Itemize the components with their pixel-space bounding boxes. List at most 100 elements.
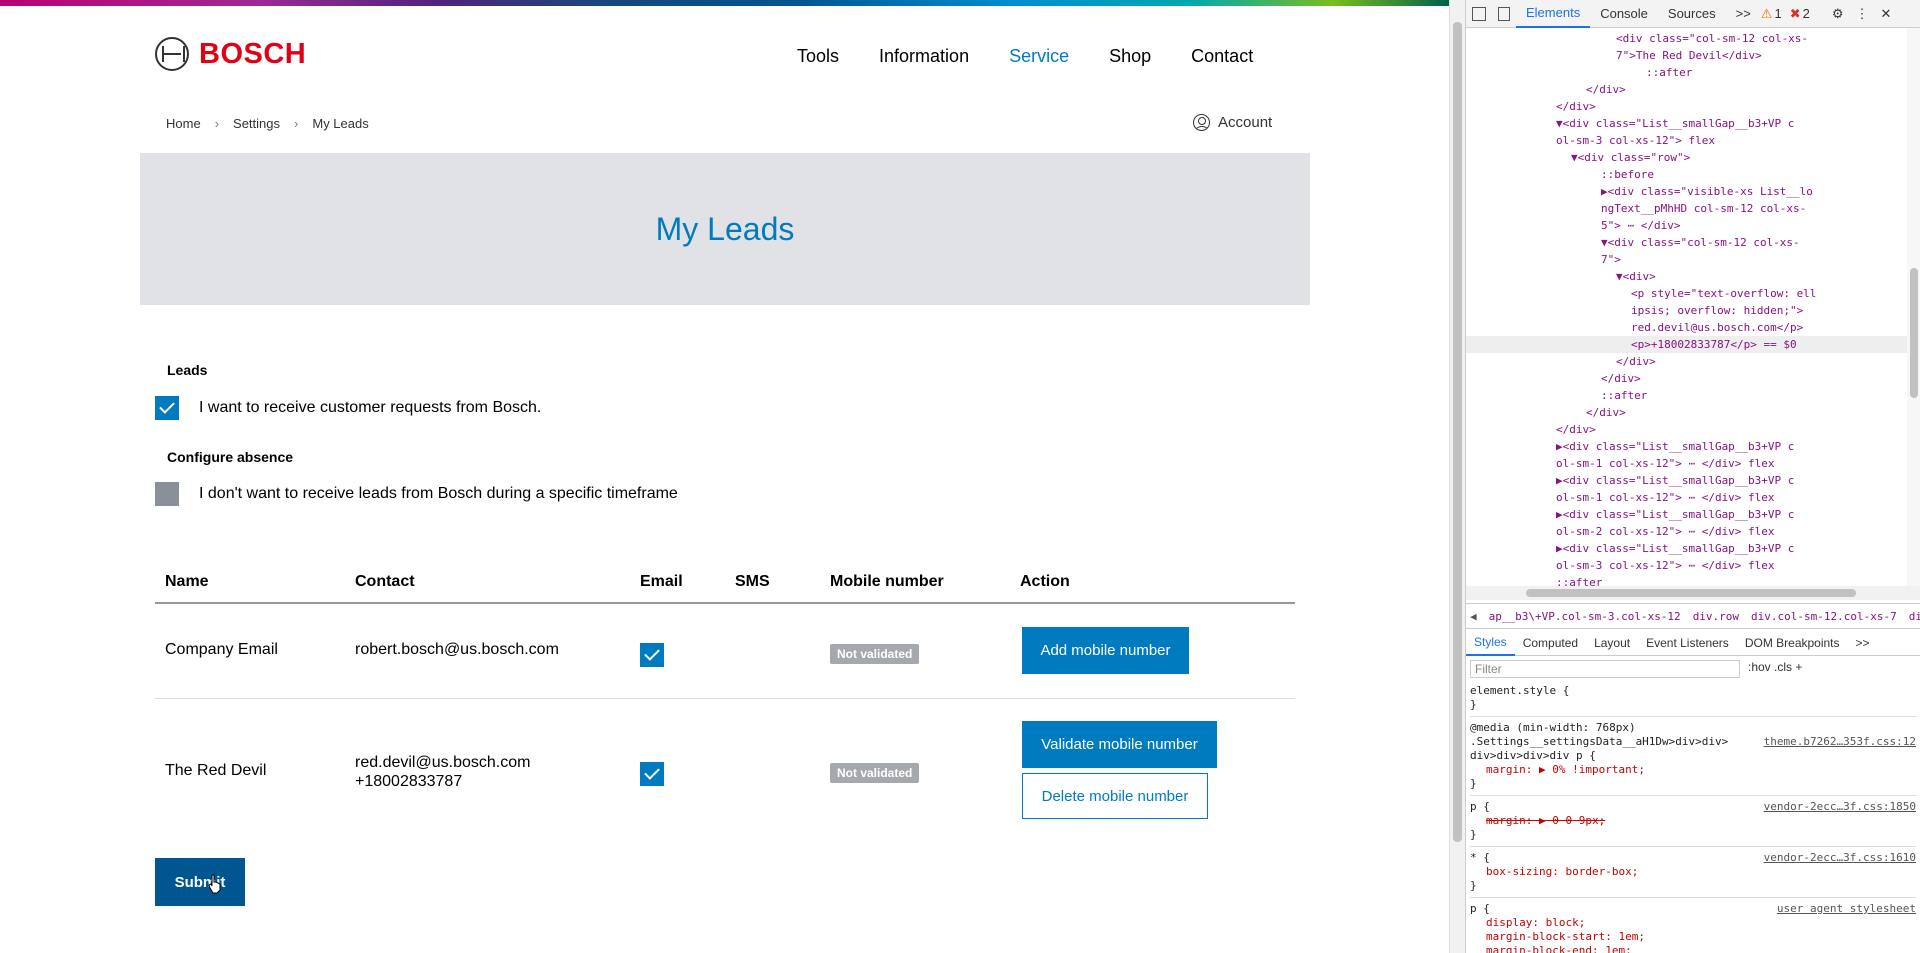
dom-node-line[interactable]: ol-sm-1 col-xs-12"> ⋯ </div> flex (1466, 489, 1920, 506)
gear-icon[interactable]: ⚙ (1832, 6, 1844, 22)
tab-styles[interactable]: Styles (1466, 630, 1515, 656)
style-rule-selector[interactable]: div>div>div>div p { (1470, 749, 1916, 763)
styles-filter-input[interactable]: Filter (1470, 660, 1740, 678)
dom-tree-scrollbar-thumb[interactable] (1910, 268, 1918, 398)
add-mobile-number-button[interactable]: Add mobile number (1022, 627, 1189, 674)
breadcrumb-home[interactable]: Home (166, 116, 201, 131)
dom-node-line[interactable]: ol-sm-1 col-xs-12"> ⋯ </div> flex (1466, 455, 1920, 472)
dom-node-line[interactable]: ol-sm-3 col-xs-12"> ⋯ </div> flex (1466, 557, 1920, 574)
tab-dom-breakpoints[interactable]: DOM Breakpoints (1737, 630, 1848, 656)
dom-node-line[interactable]: ▼<div> (1466, 268, 1920, 285)
dom-node-line[interactable]: <div class="col-sm-12 col-xs- (1466, 30, 1920, 47)
tab-event-listeners[interactable]: Event Listeners (1638, 630, 1737, 656)
dom-node-line[interactable]: </div> (1466, 81, 1920, 98)
row-email-checkbox[interactable] (640, 643, 664, 667)
dom-node-line[interactable]: ipsis; overflow: hidden;"> (1466, 302, 1920, 319)
page-scrollbar-thumb[interactable] (1453, 22, 1462, 842)
delete-mobile-number-button[interactable]: Delete mobile number (1022, 773, 1208, 819)
style-rule-source[interactable]: vendor-2ecc…3f.css:1610 (1764, 851, 1916, 865)
nav-shop[interactable]: Shop (1109, 46, 1151, 67)
row-email-checkbox[interactable] (640, 762, 664, 786)
dom-node-line[interactable]: <p>+18002833787</p> == $0 (1466, 336, 1920, 353)
tab-layout[interactable]: Layout (1586, 630, 1638, 656)
dom-node-line[interactable]: </div> (1466, 404, 1920, 421)
dom-crumb[interactable]: div.row (1693, 610, 1739, 623)
dom-node-line[interactable]: </div> (1466, 98, 1920, 115)
tab-elements[interactable]: Elements (1516, 0, 1591, 28)
device-toolbar-icon[interactable] (1498, 6, 1510, 21)
leads-checkbox-label[interactable]: I want to receive customer requests from… (199, 399, 541, 417)
nav-tools[interactable]: Tools (797, 46, 839, 67)
dom-node-line[interactable]: <p style="text-overflow: ell (1466, 285, 1920, 302)
dom-node-line[interactable]: ol-sm-2 col-xs-12"> ⋯ </div> flex (1466, 523, 1920, 540)
dom-node-line[interactable]: </div> (1466, 353, 1920, 370)
more-options-icon[interactable]: ⋮ (1855, 6, 1868, 22)
style-rule-selector[interactable]: theme.b7262…353f.css:12 .Settings__settin… (1470, 735, 1916, 749)
style-declaration[interactable]: box-sizing: border-box; (1470, 865, 1916, 879)
dom-tree-hscrollbar[interactable] (1466, 586, 1920, 600)
dom-node-line[interactable]: 7">The Red Devil</div> (1466, 47, 1920, 64)
dom-node-line[interactable]: ▼<div class="col-sm-12 col-xs- (1466, 234, 1920, 251)
style-rule-source[interactable]: vendor-2ecc…3f.css:1850 (1764, 800, 1916, 814)
validate-mobile-number-button[interactable]: Validate mobile number (1022, 721, 1217, 768)
style-rule-selector[interactable]: element.style { (1470, 684, 1916, 698)
dom-node-line[interactable]: </div> (1466, 421, 1920, 438)
dom-node-line[interactable]: ::after (1466, 387, 1920, 404)
dom-node-line[interactable]: 5"> ⋯ </div> (1466, 217, 1920, 234)
dom-node-line[interactable]: ▶<div class="List__smallGap__b3+VP c (1466, 472, 1920, 489)
dom-node-line[interactable]: ol-sm-3 col-xs-12"> flex (1466, 132, 1920, 149)
dom-node-line[interactable]: ▶<div class="List__smallGap__b3+VP c (1466, 540, 1920, 557)
absence-checkbox[interactable] (155, 482, 179, 506)
dom-node-line[interactable]: 7"> (1466, 251, 1920, 268)
styles-filter-tools[interactable]: :hov .cls + (1748, 660, 1802, 674)
more-style-tabs-button[interactable]: >> (1848, 630, 1878, 656)
tab-console[interactable]: Console (1590, 0, 1658, 28)
style-declaration[interactable]: margin-block-end: 1em; (1470, 944, 1916, 953)
dom-node-line[interactable]: red.devil@us.bosch.com</p> (1466, 319, 1920, 336)
dom-tree-scrollbar[interactable] (1907, 28, 1920, 588)
style-rule-source[interactable]: user agent stylesheet (1777, 902, 1916, 916)
breadcrumb-settings[interactable]: Settings (233, 116, 280, 131)
dom-node-line[interactable]: </div> (1466, 370, 1920, 387)
style-rule-selector[interactable]: user agent stylesheet p { (1470, 902, 1916, 916)
absence-checkbox-label[interactable]: I don't want to receive leads from Bosch… (199, 485, 678, 503)
tab-sources[interactable]: Sources (1658, 0, 1726, 28)
leads-checkbox[interactable] (155, 396, 179, 420)
style-rule-selector[interactable]: vendor-2ecc…3f.css:1850 p { (1470, 800, 1916, 814)
tab-computed[interactable]: Computed (1515, 630, 1586, 656)
dom-node-line[interactable]: ▶<div class="List__smallGap__b3+VP c (1466, 438, 1920, 455)
dom-crumb[interactable]: ap__b3\+VP.col-sm-3.col-xs-12 (1489, 610, 1681, 623)
style-declaration[interactable]: margin: ▶ 0% !important; (1470, 763, 1916, 777)
dom-crumb[interactable]: div.col-sm-12.col-xs-7 (1751, 610, 1897, 623)
style-rule-selector[interactable]: @media (min-width: 768px) (1470, 721, 1916, 735)
dom-tree[interactable]: <div class="col-sm-12 col-xs- 7">The Red … (1466, 28, 1920, 586)
nav-service[interactable]: Service (1009, 46, 1069, 67)
bosch-logo[interactable]: BOSCH (155, 37, 306, 71)
warning-icon[interactable]: ⚠ (1761, 6, 1773, 22)
dom-node-line[interactable]: ▶<div class="visible-xs List__lo (1466, 183, 1920, 200)
account-link[interactable]: Account (1193, 114, 1272, 131)
overridden-declaration[interactable]: margin: ▶ 0 0 9px; (1470, 814, 1916, 828)
style-rule-source[interactable]: theme.b7262…353f.css:12 (1764, 735, 1916, 749)
style-rule-selector[interactable]: vendor-2ecc…3f.css:1610 * { (1470, 851, 1916, 865)
dom-node-line[interactable]: ::before (1466, 166, 1920, 183)
submit-button[interactable]: Submit (155, 858, 245, 906)
nav-contact[interactable]: Contact (1191, 46, 1253, 67)
style-declaration[interactable]: display: block; (1470, 916, 1916, 930)
chevron-left-icon[interactable]: ◀ (1470, 610, 1477, 623)
page-scrollbar[interactable] (1449, 0, 1465, 953)
dom-node-line[interactable]: ▼<div class="row"> (1466, 149, 1920, 166)
close-icon[interactable]: ✕ (1880, 6, 1891, 22)
more-tabs-button[interactable]: >> (1726, 0, 1761, 28)
dom-node-line[interactable]: ::after (1466, 574, 1920, 586)
dom-tree-hscrollbar-thumb[interactable] (1526, 589, 1856, 597)
dom-node-line[interactable]: ::after (1466, 64, 1920, 81)
style-declaration[interactable]: margin-block-start: 1em; (1470, 930, 1916, 944)
dom-node-line[interactable]: ▶<div class="List__smallGap__b3+VP c (1466, 506, 1920, 523)
error-icon[interactable]: ✖ (1790, 6, 1801, 22)
inspect-element-icon[interactable] (1472, 6, 1486, 21)
dom-node-line[interactable]: ngText__pMhHD col-sm-12 col-xs- (1466, 200, 1920, 217)
nav-information[interactable]: Information (879, 46, 969, 67)
dom-crumb[interactable]: div (1909, 610, 1920, 623)
dom-node-line[interactable]: ▼<div class="List__smallGap__b3+VP c (1466, 115, 1920, 132)
